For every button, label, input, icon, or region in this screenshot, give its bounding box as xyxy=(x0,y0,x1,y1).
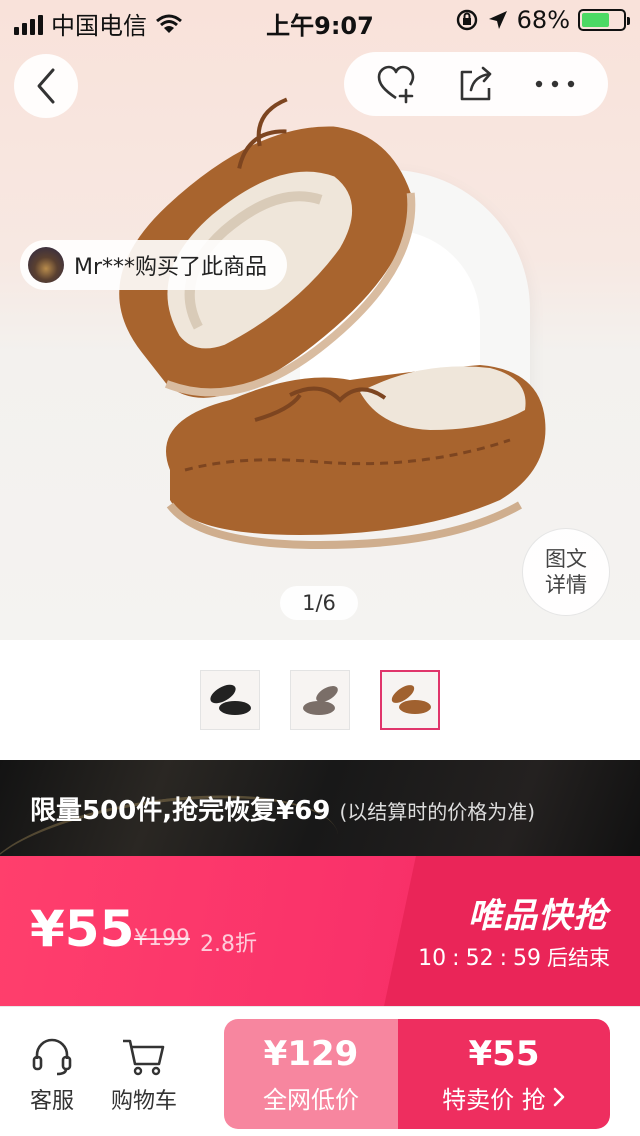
countdown-hours: 10 xyxy=(418,946,447,971)
countdown-seconds: 59 xyxy=(513,946,541,971)
favorite-button[interactable] xyxy=(375,62,419,106)
countdown-timer: 10 : 52 : 59 后结束 xyxy=(418,942,610,972)
promo-headline-text: 限量500件,抢完恢复¥69 xyxy=(30,796,331,826)
flash-sale-title: 唯品快抢 xyxy=(468,896,608,936)
buy-now-button[interactable]: ¥55 特卖价 抢 xyxy=(398,1019,610,1129)
detail-button-line2: 详情 xyxy=(545,573,587,597)
thumbnail-shoe-black xyxy=(210,684,251,715)
share-button[interactable] xyxy=(454,62,498,106)
top-action-bar xyxy=(344,52,608,116)
avatar xyxy=(28,247,64,283)
buyer-notice-text: Mr***购买了此商品 xyxy=(74,255,268,280)
headset-icon xyxy=(32,1038,72,1076)
recent-buyer-notice: Mr***购买了此商品 xyxy=(20,240,288,290)
image-page-indicator: 1/6 xyxy=(280,586,358,620)
countdown-suffix: 后结束 xyxy=(547,946,610,970)
battery-fill xyxy=(582,13,610,27)
thumbnail-gray[interactable] xyxy=(290,670,350,730)
chevron-right-icon xyxy=(553,1087,565,1107)
heart-plus-icon xyxy=(378,65,415,104)
thumbnail-brown[interactable] xyxy=(380,670,440,730)
discount-rate: 2.8折 xyxy=(200,932,257,957)
lowest-price-label: 全网低价 xyxy=(263,1085,359,1114)
lowest-price-value: ¥129 xyxy=(263,1033,359,1074)
purchase-buttons: ¥129 全网低价 ¥55 特卖价 抢 xyxy=(224,1019,610,1129)
thumbnail-shoe-gray xyxy=(303,686,338,715)
color-thumbnails xyxy=(0,640,640,760)
original-price: ¥199 xyxy=(134,926,190,951)
service-label: 客服 xyxy=(29,1089,74,1114)
status-bar: 中国电信 上午9:07 68% xyxy=(0,0,640,40)
customer-service-button[interactable]: 客服 xyxy=(22,1037,82,1115)
graphic-detail-button[interactable]: 图文 详情 xyxy=(522,528,610,616)
thumbnail-black[interactable] xyxy=(200,670,260,730)
promo-headline: 限量500件,抢完恢复¥69 (以结算时的价格为准) xyxy=(30,790,535,827)
buy-now-price: ¥55 xyxy=(468,1033,540,1074)
flash-sale-banner: ¥55 ¥199 2.8折 唯品快抢 10 : 52 : 59 后结束 xyxy=(0,856,640,1006)
product-image-carousel[interactable]: Mr***购买了此商品 图文 详情 1/6 xyxy=(0,0,640,640)
back-button[interactable] xyxy=(14,54,78,118)
thumbnail-shoe-brown xyxy=(391,685,431,714)
cart-button[interactable]: 购物车 xyxy=(104,1037,184,1115)
cart-label: 购物车 xyxy=(110,1089,177,1114)
promo-note: (以结算时的价格为准) xyxy=(339,800,536,824)
location-arrow-icon xyxy=(488,11,507,29)
countdown-separator: : xyxy=(499,946,507,971)
rotation-lock-icon xyxy=(456,9,477,31)
buy-now-label: 特卖价 抢 xyxy=(442,1085,546,1114)
chevron-left-icon xyxy=(37,68,55,104)
share-icon xyxy=(460,66,492,101)
bottom-action-bar: 客服 购物车 ¥129 全网低价 ¥55 特卖价 抢 xyxy=(0,1006,640,1136)
limited-quantity-banner: 限量500件,抢完恢复¥69 (以结算时的价格为准) xyxy=(0,760,640,856)
more-button[interactable] xyxy=(533,62,577,106)
sale-price: ¥55 xyxy=(30,900,135,958)
countdown-separator: : xyxy=(452,946,460,971)
shopping-cart-icon xyxy=(123,1039,165,1076)
detail-button-line1: 图文 xyxy=(545,547,587,571)
buy-now-label-row: 特卖价 抢 xyxy=(442,1080,566,1115)
battery-percent: 68% xyxy=(516,6,570,34)
lowest-price-button[interactable]: ¥129 全网低价 xyxy=(224,1019,398,1129)
more-dots-icon xyxy=(535,80,574,88)
battery-icon xyxy=(578,9,630,31)
countdown-minutes: 52 xyxy=(465,946,494,971)
